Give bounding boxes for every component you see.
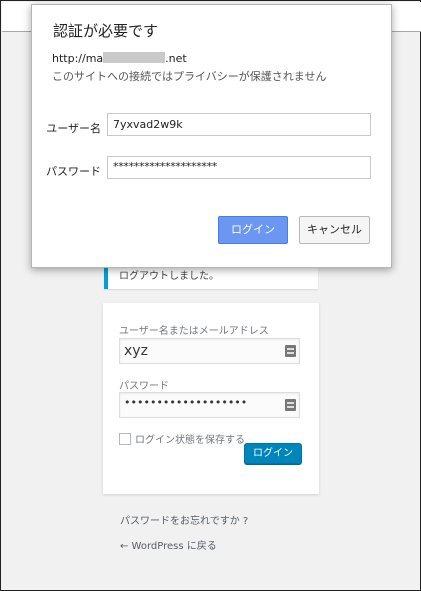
dialog-url-suffix: .net bbox=[165, 52, 187, 65]
wp-login-form: ユーザー名またはメールアドレス xyz パスワード ••••••••••••••… bbox=[103, 303, 319, 494]
redacted-block bbox=[103, 52, 166, 63]
username-input[interactable]: xyz bbox=[119, 338, 300, 364]
dialog-url-prefix: http://ma bbox=[52, 52, 104, 65]
dialog-password-label: パスワード bbox=[46, 165, 101, 178]
lost-password-link[interactable]: パスワードをお忘れですか ? bbox=[120, 512, 248, 527]
back-to-site-link[interactable]: ← WordPress に戻る bbox=[120, 537, 217, 552]
dialog-username-input[interactable]: 7yxvad2w9k bbox=[107, 113, 371, 136]
auth-dialog: 認証が必要です http://ma .net このサイトへの接続ではプライバシーが… bbox=[31, 4, 392, 268]
username-value: xyz bbox=[124, 343, 148, 359]
username-label: ユーザー名またはメールアドレス bbox=[119, 326, 269, 337]
dialog-login-button[interactable]: ログイン bbox=[218, 216, 288, 244]
dialog-password-value: ******************** bbox=[113, 160, 218, 173]
remember-checkbox[interactable] bbox=[119, 433, 131, 445]
password-value: ••••••••••••••••••• bbox=[124, 396, 248, 409]
dialog-url: http://ma .net bbox=[52, 52, 187, 65]
wp-login-button[interactable]: ログイン bbox=[244, 443, 302, 464]
remember-me[interactable]: ログイン状態を保存する bbox=[119, 431, 245, 446]
remember-label: ログイン状態を保存する bbox=[135, 435, 245, 446]
logout-message-text: ログアウトしました。 bbox=[119, 271, 219, 282]
dialog-password-input[interactable]: ******************** bbox=[107, 156, 371, 179]
dialog-username-value: 7yxvad2w9k bbox=[113, 118, 183, 131]
password-input[interactable]: ••••••••••••••••••• bbox=[119, 392, 300, 418]
dialog-title: 認証が必要です bbox=[53, 22, 159, 40]
privacy-warning: このサイトへの接続ではプライバシーが保護されません bbox=[52, 70, 327, 83]
password-label: パスワード bbox=[119, 381, 169, 392]
dialog-username-label: ユーザー名 bbox=[46, 122, 101, 135]
password-manager-icon[interactable] bbox=[285, 345, 296, 357]
password-manager-icon[interactable] bbox=[285, 399, 296, 411]
dialog-cancel-button[interactable]: キャンセル bbox=[299, 216, 370, 244]
